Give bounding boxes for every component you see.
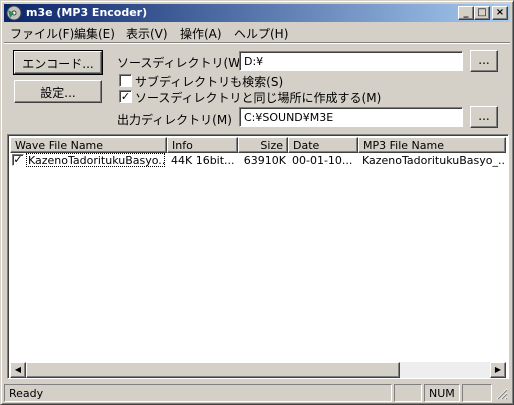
scroll-left-arrow-icon[interactable]: ◀ — [10, 362, 26, 378]
output-dir-label: 出力ディレクトリ(M) — [117, 113, 232, 127]
scroll-right-arrow-icon[interactable]: ▶ — [490, 362, 506, 378]
cell-mp3: KazenoTadoritukuBasyo_... — [362, 154, 504, 167]
browse-source-button[interactable]: ... — [470, 50, 498, 72]
status-num: NUM — [424, 384, 460, 402]
cell-date: 00-01-10... — [292, 154, 353, 167]
window-title: m3e (MP3 Encoder) — [26, 6, 148, 19]
settings-button[interactable]: 設定... — [14, 80, 102, 103]
maximize-button[interactable]: □ — [474, 6, 490, 20]
title-bar[interactable]: m3e (MP3 Encoder) _ □ × — [4, 4, 510, 22]
subdir-checkbox[interactable] — [119, 74, 132, 87]
same-place-label[interactable]: ソースディレクトリと同じ場所に作成する(M) — [135, 89, 381, 106]
menu-separator — [4, 42, 510, 44]
menu-action[interactable]: 操作(A) — [180, 25, 222, 42]
cell-wave: KazenoTadoritukuBasyo... — [28, 154, 165, 167]
menu-file[interactable]: ファイル(F) — [10, 25, 74, 42]
output-dir-field[interactable]: C:¥SOUND¥M3E — [239, 107, 463, 127]
browse-output-button[interactable]: ... — [470, 106, 498, 128]
minimize-button[interactable]: _ — [458, 6, 474, 20]
status-panel-scroll — [462, 384, 492, 402]
row-checkbox[interactable]: ✓ — [12, 154, 24, 166]
scroll-thumb[interactable] — [26, 362, 400, 378]
main-window: m3e (MP3 Encoder) _ □ × ファイル(F) 編集(E) 表示… — [0, 0, 514, 405]
source-dir-field[interactable]: D:¥ — [239, 51, 463, 71]
same-place-checkbox[interactable]: ✓ — [119, 90, 132, 103]
cell-info: 44K 16bit... — [171, 154, 235, 167]
status-panel-empty — [394, 384, 422, 402]
table-row[interactable]: ✓ KazenoTadoritukuBasyo... 44K 16bit... … — [10, 135, 506, 171]
menu-view[interactable]: 表示(V) — [126, 25, 168, 42]
source-dir-label: ソースディレクトリ(W): — [117, 56, 249, 70]
close-button[interactable]: × — [492, 6, 508, 20]
encode-button[interactable]: エンコード... — [13, 50, 103, 75]
menu-help[interactable]: ヘルプ(H) — [234, 25, 288, 42]
menu-bar: ファイル(F) 編集(E) 表示(V) 操作(A) ヘルプ(H) — [4, 23, 510, 41]
file-list[interactable]: Wave File Name Info Size Date MP3 File N… — [7, 134, 509, 379]
status-text: Ready — [4, 384, 392, 402]
horizontal-scrollbar[interactable]: ◀ ▶ — [10, 362, 506, 378]
menu-edit[interactable]: 編集(E) — [74, 25, 115, 42]
subdir-label[interactable]: サブディレクトリも検索(S) — [135, 73, 283, 90]
resize-grip-icon[interactable] — [496, 388, 508, 400]
app-icon — [6, 5, 22, 21]
cell-size: 63910K — [243, 154, 286, 167]
